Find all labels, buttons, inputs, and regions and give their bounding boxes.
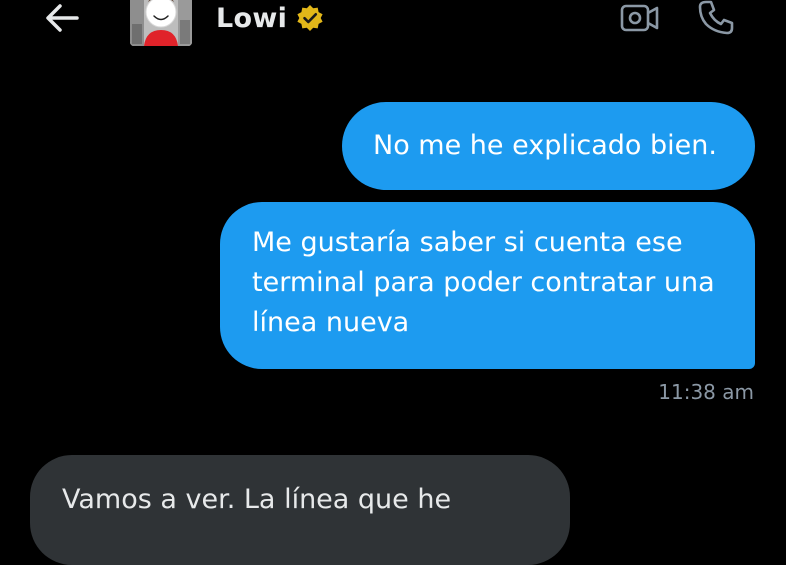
video-call-icon [620, 4, 659, 32]
arrow-left-icon [46, 4, 79, 32]
avatar-image [130, 0, 192, 46]
back-button[interactable] [40, 0, 84, 36]
contact-name: Lowi [216, 2, 288, 34]
avatar[interactable] [130, 0, 192, 46]
conversation-header: Lowi [0, 0, 786, 60]
message-text: Me gustaría saber si cuenta ese terminal… [252, 227, 715, 338]
message-text: No me he explicado bien. [373, 130, 717, 161]
contact-title[interactable]: Lowi [216, 0, 325, 38]
message-text: Vamos a ver. La línea que he [62, 484, 452, 515]
message-bubble-outgoing[interactable]: No me he explicado bien. [342, 102, 755, 190]
message-timestamp: 11:38 am [658, 380, 754, 404]
video-call-button[interactable] [616, 0, 664, 36]
voice-call-button[interactable] [692, 0, 740, 36]
message-bubble-outgoing[interactable]: Me gustaría saber si cuenta ese terminal… [220, 202, 755, 369]
message-bubble-incoming[interactable]: Vamos a ver. La línea que he [30, 455, 570, 565]
verified-badge-icon [295, 3, 325, 33]
phone-icon [698, 0, 734, 35]
